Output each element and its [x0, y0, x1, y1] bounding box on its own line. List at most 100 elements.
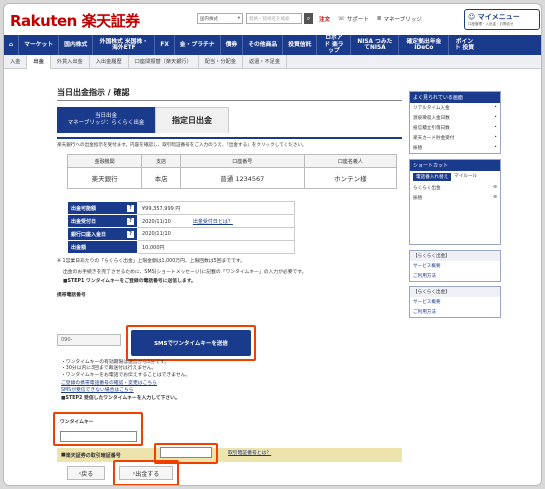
change-phone-link[interactable]: ご登録の携帯電話番号の確認・変更はこちら — [61, 381, 157, 386]
subnav-history[interactable]: 入出金履歴 — [90, 54, 129, 69]
detail-row: 銀行口座入金日? 2020/11/10 — [67, 227, 295, 241]
trade-password-input[interactable] — [160, 447, 212, 458]
moneybridge-link[interactable]: ≣ マネーブリッジ — [377, 15, 422, 23]
order-link[interactable]: 注文 — [319, 15, 330, 23]
nav-item-ideco[interactable]: 確定拠出年金 iDeCo — [399, 35, 450, 55]
sms-note: 出金のお手続きを完了させるために、SMS(ショートメッセージ)に記載の「ワンタイ… — [63, 270, 307, 276]
bullet-icon: • — [494, 135, 497, 140]
service-card: 【らくらく出金】 サービス概要 ご利用方法 — [409, 286, 501, 318]
col-branch: 支店 — [141, 154, 181, 168]
faq-item[interactable]: 振替 • — [410, 143, 500, 153]
withdraw-tabs: 当日出金 マネーブリッジ：らくらく出金 指定日出金 — [57, 107, 402, 133]
subnav-account-transfer[interactable]: 口座間振替（楽天銀行） — [129, 54, 199, 69]
remove-icon[interactable]: ⊖ — [493, 195, 497, 201]
sms-help-link[interactable]: SMSが受信できない場合はこちら — [61, 388, 134, 393]
browser-frame: Rakuten 楽天証券 国内株式 ▾ 銘柄・銘柄名を検索 ⌕ 注文 ☏ サポート … — [3, 3, 542, 486]
sidebar: よく見られている画面 リアルタイム入金 • 源泉徴収入金日数 • 投信積立引落日数 •… — [409, 91, 501, 322]
bullet-icon: • — [494, 105, 497, 110]
nav-item-nisa[interactable]: NISA つみたてNISA — [351, 35, 400, 55]
nav-item-bond[interactable]: 債券 — [221, 35, 244, 55]
nav-item-domestic-stock[interactable]: 国内株式 — [59, 35, 94, 55]
subnav-refund[interactable]: 返還・不足金 — [243, 54, 288, 69]
sms-info: ・ワンタイムキーの有効期限は送信から5分です。 ・30分以内に3回まで再送付は行… — [61, 360, 251, 403]
accept-date-link[interactable]: 出金受付日とは？ — [193, 219, 233, 225]
chat-icon: ☏ — [338, 16, 345, 22]
help-icon[interactable]: ? — [127, 218, 134, 225]
market-select[interactable]: 国内株式 ▾ — [197, 13, 243, 24]
faq-item[interactable]: 投信積立引落日数 • — [410, 123, 500, 133]
bullet-icon: • — [494, 125, 497, 130]
shortcut-item[interactable]: らくらく出金 ⊖ — [410, 183, 500, 193]
phone-number-field: 090- — [57, 334, 121, 346]
sub-nav: 入金 出金 外貨入出金 入出金履歴 口座間振替（楽天銀行） 配当・分配金 返還・… — [4, 54, 541, 69]
subnav-dividend[interactable]: 配当・分配金 — [199, 54, 243, 69]
rakuten-logo[interactable]: Rakuten 楽天証券 — [10, 10, 140, 31]
col-account: 口座番号 — [179, 154, 305, 168]
search-input[interactable]: 銘柄・銘柄名を検索 — [246, 13, 302, 24]
service-link[interactable]: ご利用方法 — [410, 307, 500, 317]
faq-item[interactable]: 楽天カード貯金受付 • — [410, 133, 500, 143]
header-links: 注文 ☏ サポート ≣ マネーブリッジ — [319, 12, 422, 26]
nav-item-fund[interactable]: 投資信託 — [283, 35, 318, 55]
nav-item-gold[interactable]: 金・プラチナ — [175, 35, 221, 55]
shortcut-title: ショートカット — [410, 160, 500, 171]
service-link[interactable]: ご利用方法 — [410, 271, 500, 281]
bullet-icon: • — [494, 115, 497, 120]
submit-withdraw-button[interactable]: › 出金する — [119, 466, 173, 480]
my-menu-button[interactable]: ☺ マイメニュー 口座管理・入出金・お問合せ — [464, 9, 540, 30]
tab-scheduled[interactable]: 指定日出金 — [155, 107, 229, 133]
nav-item-foreign-stock[interactable]: 外国株式 米国株・海外ETF — [93, 35, 156, 55]
shortcut-item[interactable]: 振替 ⊖ — [410, 193, 500, 203]
remove-icon[interactable]: ⊖ — [493, 185, 497, 191]
otp-input[interactable] — [60, 431, 137, 442]
help-icon[interactable]: ? — [127, 205, 134, 212]
nav-item-other[interactable]: その他商品 — [243, 35, 284, 55]
chevron-down-icon: ▾ — [237, 16, 240, 21]
nav-item-market[interactable]: マーケット — [19, 35, 60, 55]
faq-title: よく見られている画面 — [410, 92, 500, 103]
subnav-deposit[interactable]: 入金 — [4, 54, 28, 69]
bank-table: 金融機関 支店 口座番号 口座名義人 楽天銀行 本店 普通 1234567 ホン… — [66, 154, 398, 189]
nav-item-robo[interactable]: ロボアド 楽ラップ — [317, 35, 352, 55]
withdraw-details: 出金可能額? ¥99,357,999 円 出金受付日? 2020/11/10 出金… — [67, 201, 295, 254]
page-title: 当日出金指示 / 確認 — [57, 87, 402, 101]
subnav-fx-transfer[interactable]: 外貨入出金 — [51, 54, 90, 69]
faq-item[interactable]: リアルタイム入金 • — [410, 103, 500, 113]
nav-item-point[interactable]: ポイント 投資 — [449, 35, 479, 55]
step1-title: ■STEP1 ワンタイムキーをご登録の電話番号に送信します。 — [63, 278, 196, 284]
detail-row: 出金額 10,000円 — [67, 240, 295, 254]
back-button[interactable]: ‹ 戻る — [67, 466, 105, 480]
intro-text: 楽天銀行への出金指示を受付ます。内容を確認し、取引暗証番号をご入力のうえ、『出金… — [57, 137, 402, 148]
col-bank: 金融機関 — [66, 154, 143, 168]
help-icon[interactable]: ? — [127, 231, 134, 238]
faq-item[interactable]: 源泉徴収入金日数 • — [410, 113, 500, 123]
bank-icon: ≣ — [376, 16, 382, 22]
shortcut-box: ショートカット 電話番入れ替え マイルール らくらく出金 ⊖ 振替 ⊖ — [409, 159, 501, 245]
detail-row: 出金可能額? ¥99,357,999 円 — [67, 201, 295, 215]
faq-box: よく見られている画面 リアルタイム入金 • 源泉徴収入金日数 • 投信積立引落日数 •… — [409, 91, 501, 154]
col-holder: 口座名義人 — [303, 154, 398, 168]
nav-item-fx[interactable]: FX — [155, 35, 175, 55]
service-card: 【らくらく出金】 サービス概要 ご利用方法 — [409, 250, 501, 282]
tab-same-day[interactable]: 当日出金 マネーブリッジ：らくらく出金 — [57, 107, 155, 133]
phone-label: 携帯電話番号 — [57, 293, 86, 299]
shortcut-tab-2[interactable]: マイルール — [454, 173, 477, 181]
step2-title: ■STEP2 受信したワンタイムキーを入力して下さい。 — [61, 396, 180, 402]
home-icon[interactable]: ⌂ — [4, 35, 20, 55]
subnav-withdraw[interactable]: 出金 — [27, 54, 51, 69]
bullet-icon: • — [494, 145, 497, 150]
shortcut-tab-1[interactable]: 電話番入れ替え — [413, 173, 452, 181]
global-nav: ⌂ マーケット 国内株式 外国株式 米国株・海外ETF FX 金・プラチナ 債券… — [4, 35, 541, 55]
password-help-link[interactable]: 取引暗証番号とは？ — [228, 451, 271, 456]
search-icon[interactable]: ⌕ — [304, 13, 313, 24]
service-link[interactable]: サービス概要 — [410, 297, 500, 307]
user-icon: ☺ — [468, 13, 478, 21]
limit-note: ※ 1営業日あたりの「らくらく出金」上限金額は1,000万円、上限回数は5回まで… — [57, 259, 245, 264]
main-content: 当日出金指示 / 確認 当日出金 マネーブリッジ：らくらく出金 指定日出金 楽天… — [57, 87, 402, 300]
otp-label: ワンタイムキー — [60, 420, 94, 425]
send-sms-button[interactable]: SMSでワンタイムキーを送信 — [131, 330, 251, 356]
table-row: 楽天銀行 本店 普通 1234567 ホンテン様 — [66, 167, 398, 189]
detail-row: 出金受付日? 2020/11/10 出金受付日とは？ — [67, 214, 295, 228]
service-link[interactable]: サービス概要 — [410, 261, 500, 271]
support-link[interactable]: ☏ サポート — [338, 15, 369, 23]
